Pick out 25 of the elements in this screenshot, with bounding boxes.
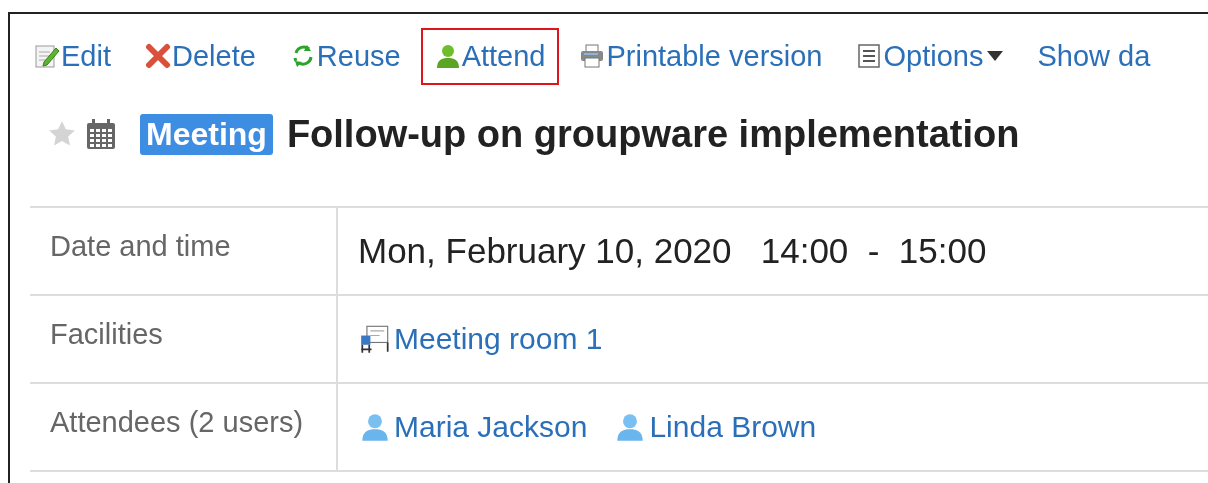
toolbar-link[interactable]: Reuse xyxy=(275,27,415,85)
calendar-icon xyxy=(86,118,116,150)
star-icon[interactable] xyxy=(48,120,76,148)
caret-icon xyxy=(987,51,1004,61)
toolbar-link[interactable]: Printable version xyxy=(565,27,837,85)
list-icon xyxy=(856,43,883,69)
toolbar-link[interactable]: Edit xyxy=(20,27,125,85)
toolbar-link[interactable]: Attend xyxy=(420,27,560,85)
field-label: Facilities xyxy=(50,318,163,350)
printer-icon xyxy=(579,43,606,69)
field-label: Date and time xyxy=(50,230,231,262)
event-type-tag: Meeting xyxy=(140,113,273,155)
user-link[interactable]: Maria Jackson xyxy=(358,410,588,444)
person-icon xyxy=(434,43,461,69)
date-time-value: Mon, February 10, 2020 14:00 - 15:00 xyxy=(358,231,987,270)
x-icon xyxy=(145,43,171,69)
user-link[interactable]: Linda Brown xyxy=(613,410,817,444)
options-menu[interactable]: Options xyxy=(842,27,1018,85)
toolbar-link[interactable]: Show da xyxy=(1023,27,1165,85)
event-title: Follow-up on groupware implementation xyxy=(286,112,1020,156)
toolbar-link[interactable]: Delete xyxy=(131,27,270,85)
edit-icon xyxy=(34,43,60,69)
field-label: Attendees (2 users) xyxy=(50,406,304,438)
facility-icon xyxy=(358,324,392,354)
facility-link[interactable]: Meeting room 1 xyxy=(358,322,603,356)
